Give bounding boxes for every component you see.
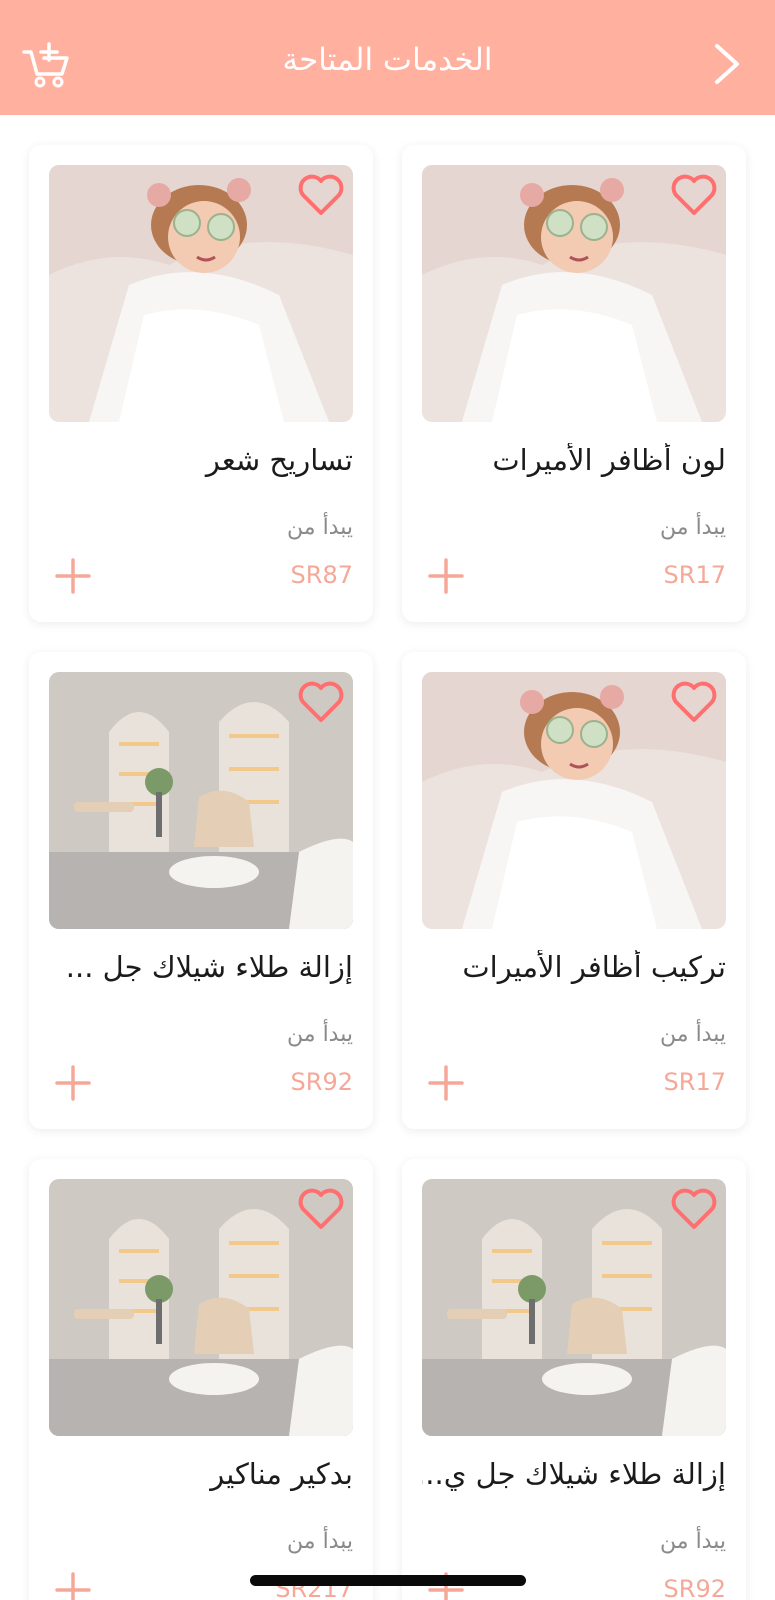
service-price: SR17 xyxy=(663,1068,726,1096)
service-name: إزالة طلاء شيلاك جل ... xyxy=(65,950,353,984)
heart-icon[interactable] xyxy=(670,173,718,217)
price-from-label: يبدأ من xyxy=(660,515,726,540)
heart-icon[interactable] xyxy=(297,1187,345,1231)
heart-icon[interactable] xyxy=(670,1187,718,1231)
service-card[interactable]: بدكير مناكير يبدأ من SR217 xyxy=(29,1159,373,1600)
service-card[interactable]: تركيب أظافر الأميرات يبدأ من SR17 xyxy=(402,652,746,1129)
service-name: تركيب أظافر الأميرات xyxy=(462,950,726,984)
app-header: الخدمات المتاحة xyxy=(0,0,775,115)
heart-icon[interactable] xyxy=(297,680,345,724)
service-name: بدكير مناكير xyxy=(210,1457,353,1491)
plus-icon[interactable] xyxy=(53,1570,93,1600)
service-price: SR87 xyxy=(290,561,353,589)
service-card[interactable]: إزالة طلاء شيلاك جل ... يبدأ من SR92 xyxy=(29,652,373,1129)
plus-icon[interactable] xyxy=(53,1063,93,1103)
service-price: SR17 xyxy=(663,561,726,589)
price-from-label: يبدأ من xyxy=(660,1529,726,1554)
price-from-label: يبدأ من xyxy=(660,1022,726,1047)
service-card[interactable]: إزالة طلاء شيلاك جل ي... يبدأ من SR92 xyxy=(402,1159,746,1600)
service-name: لون أظافر الأميرات xyxy=(492,443,726,477)
service-card[interactable]: لون أظافر الأميرات يبدأ من SR17 xyxy=(402,145,746,622)
price-from-label: يبدأ من xyxy=(287,515,353,540)
service-price: SR92 xyxy=(663,1575,726,1600)
service-name: تساريح شعر xyxy=(205,443,353,477)
page-title: الخدمات المتاحة xyxy=(282,42,493,78)
plus-icon[interactable] xyxy=(426,556,466,596)
service-card[interactable]: تساريح شعر يبدأ من SR87 xyxy=(29,145,373,622)
heart-icon[interactable] xyxy=(670,680,718,724)
plus-icon[interactable] xyxy=(426,1063,466,1103)
price-from-label: يبدأ من xyxy=(287,1529,353,1554)
service-price: SR92 xyxy=(290,1068,353,1096)
service-name: إزالة طلاء شيلاك جل ي... xyxy=(422,1457,726,1491)
chevron-right-icon[interactable] xyxy=(705,42,749,86)
plus-icon[interactable] xyxy=(53,556,93,596)
price-from-label: يبدأ من xyxy=(287,1022,353,1047)
heart-icon[interactable] xyxy=(297,173,345,217)
home-indicator[interactable] xyxy=(250,1575,526,1586)
